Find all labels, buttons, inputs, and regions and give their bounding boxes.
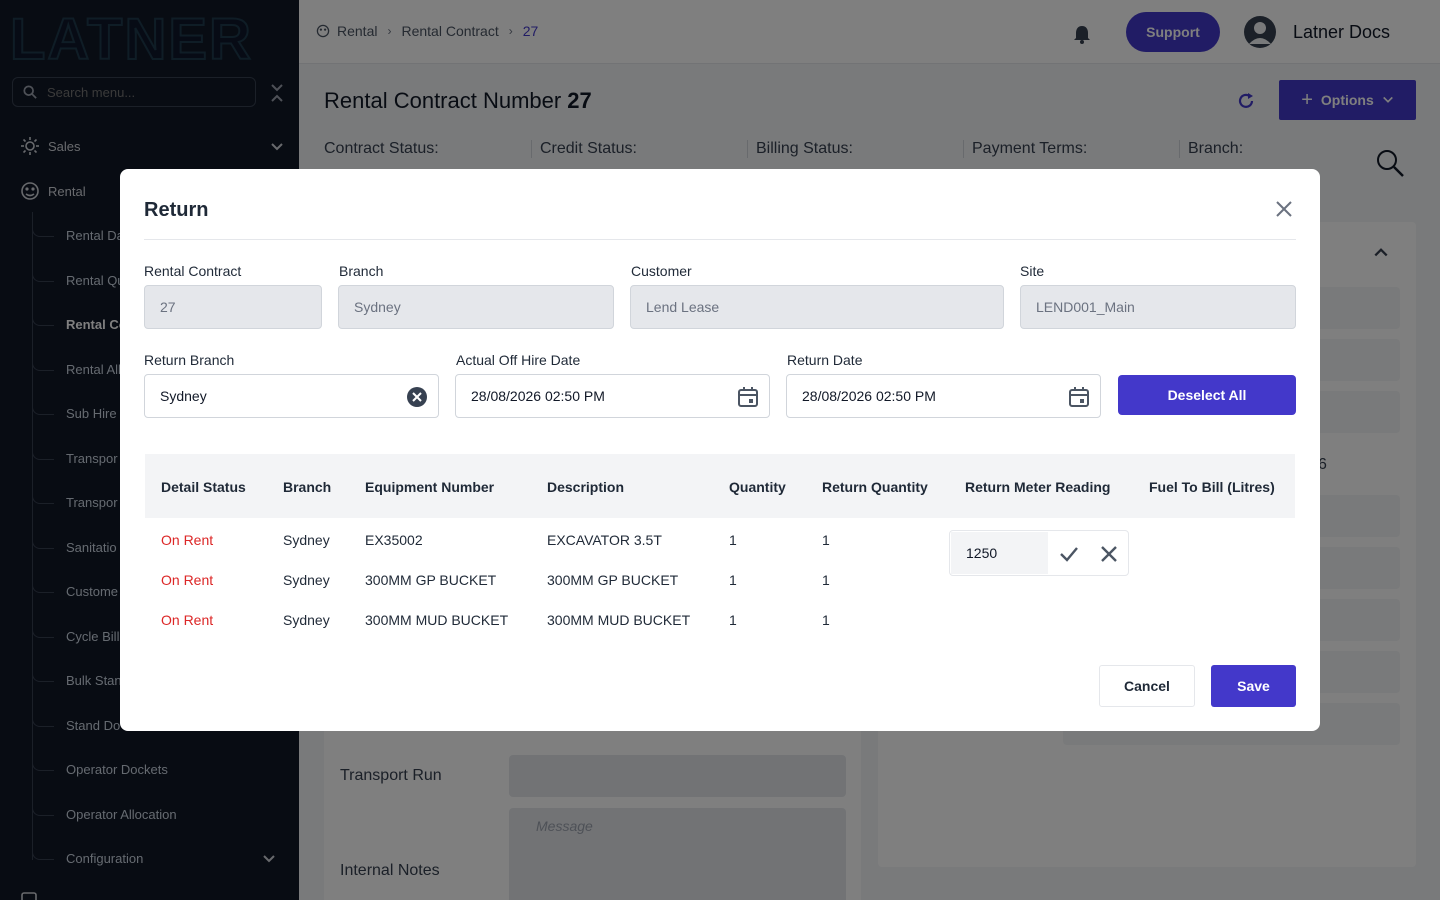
actual-off-hire-date-label: Actual Off Hire Date	[456, 352, 581, 368]
row-quantity: 1	[729, 612, 737, 628]
row-quantity: 1	[729, 572, 737, 588]
customer-field: Lend Lease	[630, 285, 1004, 329]
modal-title: Return	[144, 199, 209, 221]
branch-label: Branch	[339, 263, 384, 279]
return-date-value: 28/08/2026 02:50 PM	[802, 388, 936, 404]
row-status: On Rent	[161, 532, 214, 548]
return-date-input[interactable]: 28/08/2026 02:50 PM	[786, 374, 1101, 418]
clear-icon[interactable]	[406, 386, 428, 408]
calendar-icon[interactable]	[1068, 386, 1090, 408]
row-branch: Sydney	[283, 572, 330, 588]
row-equipment: 300MM GP BUCKET	[365, 572, 497, 588]
meter-reading-input[interactable]	[951, 532, 1048, 574]
save-button[interactable]: Save	[1211, 665, 1296, 707]
close-icon[interactable]	[1098, 543, 1120, 565]
row-branch: Sydney	[283, 532, 330, 548]
row-return-quantity[interactable]: 1	[822, 572, 830, 588]
column-header-fuel-to-bill[interactable]: Fuel To Bill (Litres)	[1149, 479, 1275, 495]
return-branch-value: Sydney	[160, 388, 207, 404]
column-header-equipment-number[interactable]: Equipment Number	[365, 479, 494, 495]
row-description: 300MM MUD BUCKET	[547, 612, 691, 628]
row-equipment: EX35002	[365, 532, 423, 548]
row-branch: Sydney	[283, 612, 330, 628]
row-description: 300MM GP BUCKET	[547, 572, 679, 588]
rental-contract-field: 27	[144, 285, 322, 329]
column-header-branch[interactable]: Branch	[283, 479, 331, 495]
site-field: LEND001_Main	[1020, 285, 1296, 329]
column-header-return-meter-reading[interactable]: Return Meter Reading	[965, 479, 1110, 495]
column-header-description[interactable]: Description	[547, 479, 624, 495]
cancel-button[interactable]: Cancel	[1099, 665, 1195, 707]
row-quantity: 1	[729, 532, 737, 548]
column-header-return-quantity[interactable]: Return Quantity	[822, 479, 928, 495]
meter-reading-editor	[949, 530, 1129, 576]
row-return-quantity[interactable]: 1	[822, 612, 830, 628]
check-icon[interactable]	[1058, 543, 1080, 565]
branch-field: Sydney	[338, 285, 614, 329]
customer-label: Customer	[631, 263, 692, 279]
row-description: EXCAVATOR 3.5T	[547, 532, 662, 548]
deselect-all-button[interactable]: Deselect All	[1118, 375, 1296, 415]
close-icon[interactable]	[1274, 199, 1294, 219]
row-equipment: 300MM MUD BUCKET	[365, 612, 509, 628]
return-modal: Return Rental Contract 27 Branch Sydney …	[120, 169, 1320, 731]
return-branch-select[interactable]: Sydney	[144, 374, 439, 418]
row-return-quantity[interactable]: 1	[822, 532, 830, 548]
calendar-icon[interactable]	[737, 386, 759, 408]
column-header-detail-status[interactable]: Detail Status	[161, 479, 246, 495]
rental-contract-label: Rental Contract	[144, 263, 242, 279]
return-date-label: Return Date	[787, 352, 863, 368]
site-label: Site	[1020, 263, 1045, 279]
divider	[144, 239, 1296, 240]
row-status: On Rent	[161, 572, 214, 588]
actual-off-hire-date-value: 28/08/2026 02:50 PM	[471, 388, 605, 404]
return-branch-label: Return Branch	[144, 352, 235, 368]
column-header-quantity[interactable]: Quantity	[729, 479, 786, 495]
row-status: On Rent	[161, 612, 214, 628]
actual-off-hire-date-input[interactable]: 28/08/2026 02:50 PM	[455, 374, 770, 418]
